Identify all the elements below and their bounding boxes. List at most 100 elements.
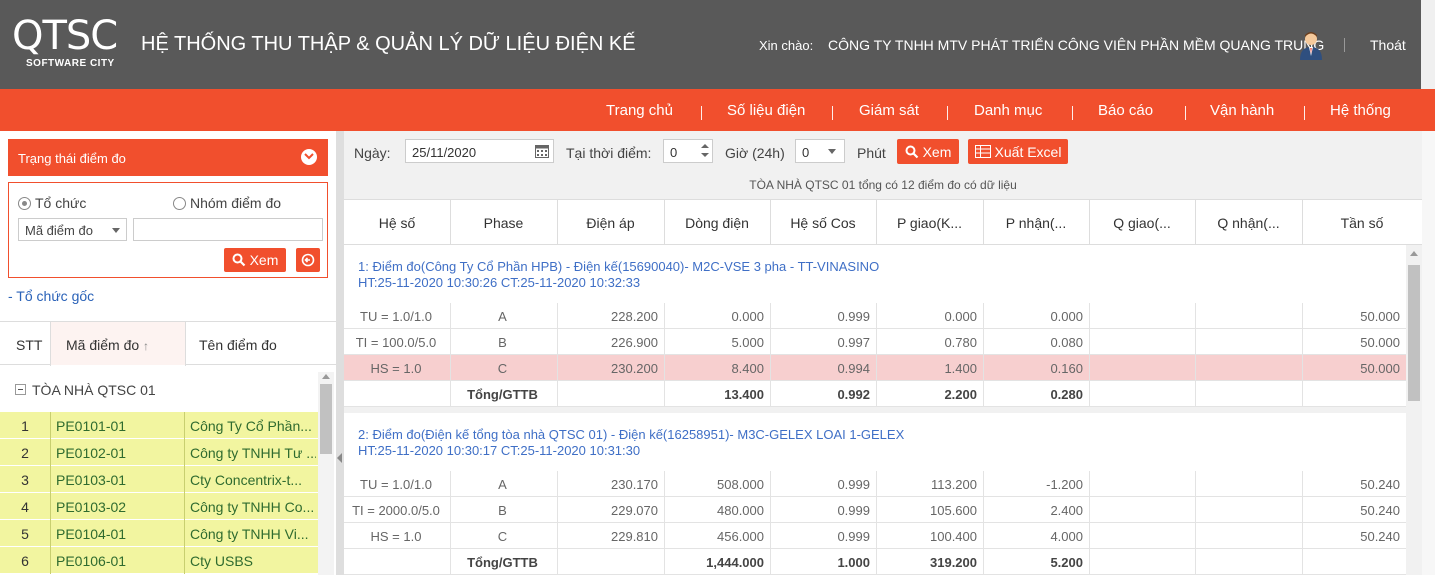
calendar-icon[interactable] [535,144,549,158]
table-cell: 8.400 [731,361,764,376]
collapse-left-icon[interactable] [337,453,342,463]
cell-divider [1089,303,1090,329]
table-row[interactable]: 1 PE0101-01 Công Ty Cổ Phần... [0,412,318,439]
page-scrollbar[interactable] [1421,0,1435,89]
table-cell: 230.170 [611,477,658,492]
qtsc-logo[interactable]: QTSC SOFTWARE CITY [12,14,127,72]
scrollbar-thumb[interactable] [1408,265,1420,401]
table-cell: 0.999 [837,503,870,518]
cell-divider [557,355,558,381]
cell-divider [876,303,877,329]
table-cell: 113.200 [930,477,977,492]
nav-power-data[interactable]: Số liệu điện [727,102,805,119]
radio-organization[interactable]: Tổ chức [18,195,86,211]
col-point-code[interactable]: Mã điểm đo ↑ [66,337,149,353]
col-p-import[interactable]: P nhận(... [983,215,1089,231]
radio-dot[interactable] [173,196,186,210]
scroll-up-icon[interactable] [1410,251,1418,256]
left-table-scrollbar[interactable] [318,372,334,575]
col-point-name[interactable]: Tên điểm đo [199,337,277,353]
tree-group-row[interactable]: TÒA NHÀ QTSC 01 [0,376,318,404]
row-code: PE0102-01 [56,445,127,461]
radio-point-group[interactable]: Nhóm điểm đo [173,195,281,211]
export-excel-button[interactable]: Xuất Excel [968,139,1068,164]
table-cell: 2.400 [1050,503,1083,518]
table-cell: TU = 1.0/1.0 [360,477,432,492]
hour-stepper[interactable]: 0 [663,139,713,163]
status-panel-header[interactable]: Trạng thái điểm đo [8,139,328,176]
table-row[interactable]: 6 PE0106-01 Cty USBS [0,547,318,574]
row-name: Công ty TNHH Tư ... [190,445,316,461]
reset-button[interactable] [296,248,320,272]
table-cell: 0.994 [837,361,870,376]
table-cell: C [497,529,508,544]
col-current[interactable]: Dòng điện [664,215,770,231]
table-row[interactable]: HS = 1.0 C 230.200 8.400 0.994 1.400 0.160 50.0… [344,355,1406,381]
table-row[interactable]: TU = 1.0/1.0 A 230.170 508.000 0.999 113.200 -… [344,471,1406,497]
collapse-icon[interactable] [15,384,26,395]
page-scrollbar-track[interactable] [1422,131,1435,575]
left-view-button[interactable]: Xem [224,248,286,272]
cell-divider [1302,303,1303,329]
col-q-import[interactable]: Q nhận(... [1195,215,1302,231]
table-row[interactable]: TI = 100.0/5.0 B 226.900 5.000 0.997 0.780 0.0… [344,329,1406,355]
table-row[interactable]: 5 PE0104-01 Công ty TNHH Vi... [0,520,318,547]
col-frequency[interactable]: Tần số [1302,215,1422,231]
row-stt: 2 [21,445,29,461]
cell-divider [1195,471,1196,497]
col-phase[interactable]: Phase [450,215,557,231]
minute-select-value: 0 [802,145,810,160]
cell-divider [983,497,984,523]
table-cell: 1.000 [837,555,870,570]
table-row[interactable]: TU = 1.0/1.0 A 228.200 0.000 0.999 0.000 0.000… [344,303,1406,329]
logout-link[interactable]: Thoát [1370,37,1406,53]
scroll-up-icon[interactable] [322,374,330,379]
cell-divider [983,355,984,381]
nav-home[interactable]: Trang chủ [606,102,673,119]
cell-divider [1302,497,1303,523]
table-cell: 319.200 [930,555,977,570]
chevron-down-icon[interactable] [301,149,317,165]
meter-group-title-line: 2: Điểm đo(Điện kế tổng tòa nhà QTSC 01)… [358,427,905,442]
table-row[interactable]: TI = 2000.0/5.0 B 229.070 480.000 0.999 105.6… [344,497,1406,523]
date-input[interactable]: 25/11/2020 [405,139,554,163]
search-field-select[interactable]: Mã điểm đo [18,218,127,241]
col-voltage[interactable]: Điện áp [557,215,664,231]
minute-select[interactable]: 0 [795,139,845,163]
col-coefficient[interactable]: Hệ số [344,215,450,231]
radio-organization-label: Tổ chức [35,195,87,211]
org-tree-root[interactable]: - Tổ chức gốc [8,288,94,304]
cell-divider [1089,471,1090,497]
table-row[interactable]: HS = 1.0 C 229.810 456.000 0.999 100.400 4.000… [344,523,1406,549]
cell-divider [983,303,984,329]
panel-splitter[interactable] [336,131,344,575]
table-row[interactable]: 2 PE0102-01 Công ty TNHH Tư ... [0,439,318,466]
cell-divider [983,523,984,549]
nav-system[interactable]: Hệ thống [1330,102,1391,119]
table-row[interactable]: Tổng/GTTB 13.400 0.992 2.200 0.280 [344,381,1406,407]
excel-icon [974,145,991,158]
nav-monitoring[interactable]: Giám sát [859,102,919,119]
col-p-export[interactable]: P giao(K... [876,215,983,231]
radio-dot[interactable] [18,196,31,210]
col-stt[interactable]: STT [16,337,42,353]
user-avatar-icon[interactable] [1297,30,1325,60]
table-row[interactable]: 4 PE0103-02 Công ty TNHH Co... [0,493,318,520]
col-q-export[interactable]: Q giao(... [1089,215,1195,231]
cell-divider [770,355,771,381]
cell-divider [1089,355,1090,381]
meter-group-title[interactable]: 2: Điểm đo(Điện kế tổng tòa nhà QTSC 01)… [358,427,904,459]
data-table-scrollbar[interactable] [1406,245,1422,575]
scrollbar-thumb[interactable] [320,384,332,454]
date-label: Ngày: [354,145,391,161]
nav-catalog[interactable]: Danh mục [974,102,1042,119]
meter-group-title[interactable]: 1: Điểm đo(Công Ty Cổ Phần HPB) - Điện k… [358,259,879,291]
nav-operation[interactable]: Vận hành [1210,102,1274,119]
stepper-arrows-icon[interactable] [701,143,709,159]
table-row[interactable]: Tổng/GTTB 1,444.000 1.000 319.200 5.200 [344,549,1406,575]
search-input[interactable] [133,218,323,241]
nav-reports[interactable]: Báo cáo [1098,102,1153,119]
table-row[interactable]: 3 PE0103-01 Cty Concentrix-t... [0,466,318,493]
col-cos-phi[interactable]: Hệ số Cos [770,215,876,231]
view-button[interactable]: Xem [897,139,959,164]
